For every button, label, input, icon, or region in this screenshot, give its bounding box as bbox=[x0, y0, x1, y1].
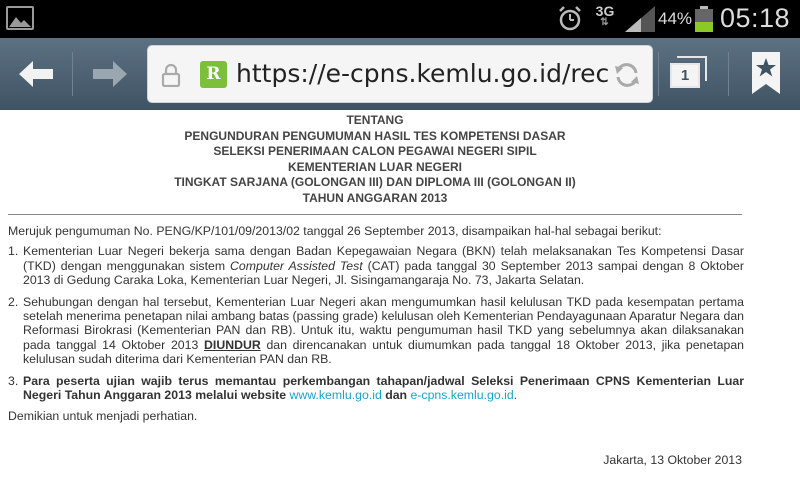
intro-paragraph: Merujuk pengumuman No. PENG/KP/101/09/20… bbox=[8, 224, 662, 238]
list-number: 3. bbox=[8, 373, 19, 388]
clock: 05:18 bbox=[720, 3, 791, 33]
reload-button[interactable] bbox=[613, 61, 641, 94]
item-text: . bbox=[513, 388, 518, 403]
network-type-indicator: 3G ⇅ bbox=[594, 4, 616, 28]
closing-paragraph: Demikian untuk menjadi perhatian. bbox=[8, 409, 198, 424]
battery-percent: 44% bbox=[658, 9, 693, 28]
forward-arrow-icon bbox=[93, 61, 127, 87]
bookmarks-button[interactable] bbox=[740, 38, 792, 110]
heading-line: TAHUN ANGGARAN 2013 bbox=[302, 190, 448, 205]
toolbar-divider bbox=[728, 52, 729, 96]
item-text-italic: Computer Assisted Test bbox=[230, 258, 363, 273]
back-arrow-icon bbox=[19, 61, 53, 87]
site-favicon: R bbox=[200, 61, 227, 88]
announcement-heading: TENTANG PENGUNDURAN PENGUMUMAN HASIL TES… bbox=[0, 113, 750, 206]
reload-icon bbox=[615, 63, 639, 87]
status-bar: 3G ⇅ 44% 05:18 bbox=[0, 0, 800, 38]
heading-line: PENGUNDURAN PENGUMUMAN HASIL TES KOMPETE… bbox=[184, 128, 566, 143]
signal-strength-icon bbox=[625, 6, 655, 37]
list-item: 1. Kementerian Luar Negeri bekerja sama … bbox=[8, 244, 744, 287]
list-number: 1. bbox=[8, 244, 19, 259]
data-transfer-arrows-icon: ⇅ bbox=[600, 17, 610, 28]
heading-line: KEMENTERIAN LUAR NEGERI bbox=[287, 159, 462, 174]
heading-divider bbox=[8, 214, 742, 215]
list-number: 2. bbox=[8, 294, 19, 309]
place-date-signoff: Jakarta, 13 Oktober 2013 bbox=[603, 453, 742, 467]
list-item: 2. Sehubungan dengan hal tersebut, Kemen… bbox=[8, 295, 744, 367]
alarm-icon bbox=[556, 5, 584, 38]
address-bar[interactable]: R https://e-cpns.kemlu.go.id/recruit bbox=[147, 45, 653, 103]
tabs-button[interactable]: 1 bbox=[664, 38, 722, 110]
gallery-notification-icon bbox=[6, 6, 34, 30]
heading-line: SELEKSI PENERIMAAN CALON PEGAWAI NEGERI … bbox=[213, 144, 537, 158]
announcement-body: Merujuk pengumuman No. PENG/KP/101/09/20… bbox=[8, 224, 744, 424]
item-text-underlined: DIUNDUR bbox=[204, 337, 261, 352]
ecpns-website-link[interactable]: e-cpns.kemlu.go.id bbox=[410, 388, 513, 402]
battery-level-fill bbox=[695, 22, 713, 32]
forward-button[interactable] bbox=[80, 38, 140, 110]
list-item: 3. Para peserta ujian wajib terus memant… bbox=[8, 374, 744, 403]
web-page-content: TENTANG PENGUNDURAN PENGUMUMAN HASIL TES… bbox=[0, 110, 800, 480]
item-text-bold: dan bbox=[381, 388, 411, 403]
battery-icon bbox=[695, 6, 713, 32]
toolbar-divider bbox=[658, 52, 659, 96]
heading-line: TINGKAT SARJANA (GOLONGAN III) DAN DIPLO… bbox=[174, 175, 576, 189]
kemlu-website-link[interactable]: www.kemlu.go.id bbox=[290, 388, 382, 402]
back-button[interactable] bbox=[6, 38, 66, 110]
heading-line: TENTANG bbox=[346, 113, 404, 127]
bookmark-star-icon bbox=[752, 52, 780, 94]
tab-count: 1 bbox=[670, 63, 700, 88]
lock-icon bbox=[159, 63, 183, 92]
url-text[interactable]: https://e-cpns.kemlu.go.id/recruit bbox=[236, 59, 608, 88]
announcement-list: 1. Kementerian Luar Negeri bekerja sama … bbox=[8, 244, 744, 402]
toolbar-divider bbox=[72, 52, 73, 96]
browser-toolbar: R https://e-cpns.kemlu.go.id/recruit 1 bbox=[0, 38, 800, 110]
